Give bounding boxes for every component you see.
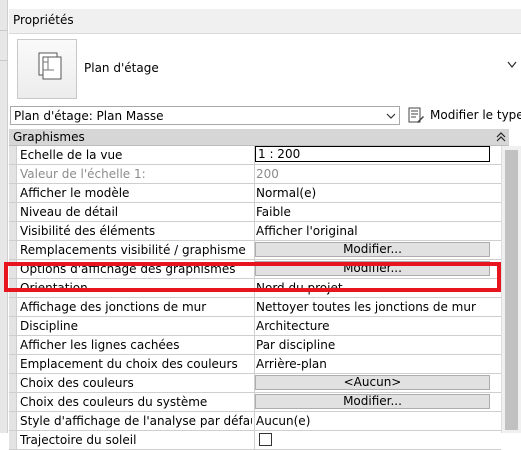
property-value: 200 <box>256 167 279 181</box>
property-value[interactable]: Faible <box>256 205 496 219</box>
property-value-button[interactable]: <Aucun> <box>255 375 490 390</box>
column-divider <box>254 279 255 297</box>
row-gutter <box>9 355 17 373</box>
property-row[interactable]: Emplacement du choix des couleurs Arrière… <box>9 355 501 374</box>
property-value[interactable]: Par discipline <box>256 338 496 352</box>
view-type-value: Plan d'étage: Plan Masse <box>14 109 164 123</box>
row-gutter <box>9 241 17 259</box>
panel-title: Propriétés <box>13 13 74 27</box>
property-value[interactable]: Architecture <box>256 319 496 333</box>
property-row[interactable]: Options d'affichage des graphismes Modifi… <box>9 260 501 279</box>
property-name: Afficher les lignes cachées <box>20 338 180 352</box>
row-gutter <box>9 431 17 449</box>
property-value[interactable]: Nord du projet <box>256 281 496 295</box>
property-row[interactable]: Choix des couleurs du système Modifier... <box>9 393 501 412</box>
column-divider <box>254 184 255 202</box>
chevron-down-icon[interactable] <box>507 58 517 72</box>
property-name: Afficher le modèle <box>20 186 130 200</box>
property-value-checkbox[interactable] <box>259 433 272 446</box>
property-value[interactable]: Nettoyer toutes les jonctions de mur <box>256 300 496 314</box>
group-label: Graphismes <box>13 130 85 144</box>
row-gutter <box>9 336 17 354</box>
property-name: Style d'affichage de l'analyse par défau… <box>20 414 252 428</box>
property-value[interactable]: Aucun(e) <box>256 414 496 428</box>
property-rows: Echelle de la vue 1 : 200 Valeur de l'éche… <box>9 146 501 450</box>
property-name: Choix des couleurs du système <box>20 395 208 409</box>
property-row[interactable]: Afficher le modèle Normal(e) <box>9 184 501 203</box>
property-name: Valeur de l'échelle 1: <box>20 167 146 181</box>
collapse-up-icon[interactable] <box>496 132 506 142</box>
property-value[interactable]: Afficher l'original <box>256 224 496 238</box>
property-value-button[interactable]: Modifier... <box>255 242 490 257</box>
property-name: Affichage des jonctions de mur <box>20 300 207 314</box>
row-gutter <box>9 298 17 316</box>
view-type-dropdown[interactable]: Plan d'étage: Plan Masse <box>10 106 400 125</box>
property-row[interactable]: Remplacements visibilité / graphisme Modi… <box>9 241 501 260</box>
property-value-input[interactable]: 1 : 200 <box>255 146 490 162</box>
modify-type-button[interactable]: Modifier le type <box>406 105 521 127</box>
column-divider <box>254 412 255 430</box>
property-name: Options d'affichage des graphismes <box>20 262 236 276</box>
left-edge-strip <box>0 0 8 433</box>
property-row[interactable]: Discipline Architecture <box>9 317 501 336</box>
column-divider <box>254 203 255 221</box>
row-gutter <box>9 260 17 278</box>
column-divider <box>254 222 255 240</box>
group-header-graphismes[interactable]: Graphismes <box>9 129 509 146</box>
property-name: Remplacements visibilité / graphisme <box>20 243 246 257</box>
modify-type-label: Modifier le type <box>430 108 521 122</box>
row-gutter <box>9 203 17 221</box>
property-row[interactable]: Orientation Nord du projet <box>9 279 501 298</box>
property-name: Echelle de la vue <box>20 148 123 162</box>
property-row[interactable]: Afficher les lignes cachées Par disciplin… <box>9 336 501 355</box>
scrollbar-thumb[interactable] <box>505 150 518 430</box>
property-row[interactable]: Choix des couleurs <Aucun> <box>9 374 501 393</box>
column-divider <box>254 298 255 316</box>
type-name-label: Plan d'étage <box>84 61 159 75</box>
row-gutter <box>9 393 17 411</box>
property-value[interactable]: Arrière-plan <box>256 357 496 371</box>
property-name: Choix des couleurs <box>20 376 134 390</box>
column-divider <box>254 431 255 449</box>
chevron-down-icon <box>386 113 396 119</box>
floor-plan-icon <box>17 39 77 99</box>
property-row[interactable]: Visibilité des éléments Afficher l'origin… <box>9 222 501 241</box>
column-divider <box>254 336 255 354</box>
property-row[interactable]: Echelle de la vue 1 : 200 <box>9 146 501 165</box>
property-name: Orientation <box>20 281 88 295</box>
property-name: Trajectoire du soleil <box>20 433 137 447</box>
row-gutter <box>9 374 17 392</box>
property-row[interactable]: Style d'affichage de l'analyse par défau… <box>9 412 501 431</box>
row-gutter <box>9 412 17 430</box>
type-selector-row: Plan d'étage: Plan Masse Modifier le typ… <box>9 104 521 128</box>
row-gutter <box>9 317 17 335</box>
row-gutter <box>9 146 17 164</box>
column-divider <box>254 165 255 183</box>
row-gutter <box>9 165 17 183</box>
type-preview-area[interactable]: Plan d'étage <box>9 34 521 102</box>
property-value-button[interactable]: Modifier... <box>255 394 490 409</box>
property-row[interactable]: Valeur de l'échelle 1: 200 <box>9 165 501 184</box>
edit-type-icon <box>408 107 424 123</box>
property-value[interactable]: Normal(e) <box>256 186 496 200</box>
property-value-button[interactable]: Modifier... <box>255 261 490 276</box>
property-name: Discipline <box>20 319 79 333</box>
property-name: Visibilité des éléments <box>20 224 156 238</box>
row-gutter <box>9 222 17 240</box>
property-row[interactable]: Niveau de détail Faible <box>9 203 501 222</box>
vertical-scrollbar[interactable] <box>501 146 521 433</box>
property-row[interactable]: Trajectoire du soleil <box>9 431 501 450</box>
properties-grid: Graphismes Echelle de la vue 1 : 200 Valeu… <box>9 129 521 450</box>
row-gutter <box>9 184 17 202</box>
column-divider <box>254 317 255 335</box>
property-row[interactable]: Affichage des jonctions de mur Nettoyer t… <box>9 298 501 317</box>
property-name: Niveau de détail <box>20 205 119 219</box>
column-divider <box>254 355 255 373</box>
property-name: Emplacement du choix des couleurs <box>20 357 238 371</box>
row-gutter <box>9 279 17 297</box>
properties-title-bar: Propriétés <box>9 9 521 34</box>
